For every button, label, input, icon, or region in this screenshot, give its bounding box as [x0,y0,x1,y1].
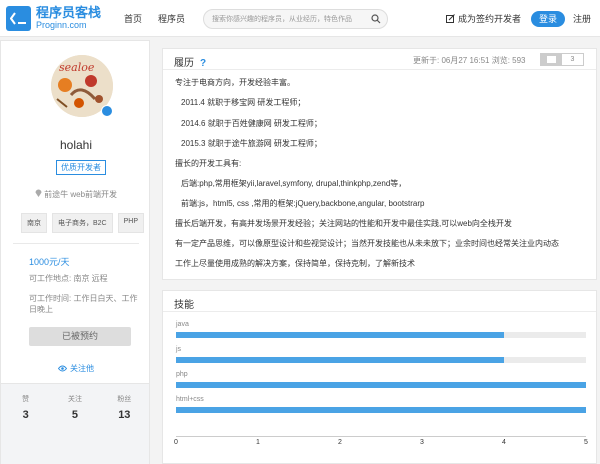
skill-track [176,382,586,388]
thumbs-up-icon [547,56,556,63]
brand[interactable]: 程序员客栈 Proginn.com [36,5,101,31]
edit-icon [446,14,455,23]
x-tick-label: 1 [256,439,260,446]
brand-domain: Proginn.com [36,20,87,30]
resume-line: 2015.3 就职于途牛旅游网 研发工程师； [181,139,322,148]
skill-bar [176,407,586,413]
stat-likes[interactable]: 赞 3 [1,384,50,464]
follow-button[interactable]: 关注他 [1,363,151,374]
top-bar: 程序员客栈 Proginn.com 首页 程序员 成为签约开发者 登录 注册 [0,0,600,37]
search-icon[interactable] [371,14,381,24]
profile-card: sealoe holahi 优质开发者 前途牛 web前端开发 南京 电子商务，… [0,40,150,464]
skill-bar [176,357,504,363]
resume-line: 工作上尽量使用成熟的解决方案，保持简单，保持克制，了解新技术 [175,259,415,268]
resume-line: 前端:js，html5, css ,常用的框架:jQuery,backbone,… [181,199,425,208]
skills-header: 技能 [163,291,596,312]
location-pin-icon [35,189,42,197]
login-button[interactable]: 登录 [531,11,565,27]
skill-track [176,407,586,413]
username: holahi [59,138,93,152]
skill-bar [176,382,586,388]
stat-fans-value: 13 [118,409,131,421]
stat-following-label: 关注 [67,396,82,403]
x-tick-label: 0 [174,439,178,446]
stat-fans-label: 粉丝 [117,396,132,403]
tag-city[interactable]: 南京 [21,213,47,233]
svg-text:sealoe: sealoe [59,61,95,74]
resume-line: 后端:php,常用框架yii,laravel,symfony, drupal,t… [181,179,407,188]
skills-title: 技能 [174,300,194,311]
thumbs-toggle[interactable] [541,54,562,65]
help-icon[interactable]: ? [200,58,206,69]
developer-badge: 优质开发者 [56,160,106,175]
x-tick-label: 2 [338,439,342,446]
x-tick-label: 4 [502,439,506,446]
resume-header: 履历? 更新于: 06月27 16:51 浏览: 593 3 [163,49,596,70]
register-link[interactable]: 注册 [573,12,591,25]
nav-home[interactable]: 首页 [124,12,142,25]
work-location: 可工作地点: 南京 远程 [29,274,108,283]
resume-title: 履历? [174,54,206,69]
divider [13,243,139,244]
search-box [203,9,388,29]
skill-name: html+css [176,396,204,403]
resume-line: 专注于电商方向，开发经验丰富。 [175,78,295,87]
stats-bar: 赞 3 关注 5 粉丝 13 [1,383,149,464]
brand-name: 程序员客栈 [36,5,102,20]
position-text: 前途牛 web前端开发 [44,190,118,199]
logo-icon[interactable] [6,6,31,31]
skill-track [176,357,586,363]
search-input[interactable] [204,10,364,28]
stat-following-value: 5 [71,409,79,421]
position: 前途牛 web前端开发 [1,189,151,200]
skill-name: php [176,371,188,378]
become-developer-link[interactable]: 成为签约开发者 [446,12,521,25]
page-count[interactable]: 3 [562,54,583,65]
booked-button[interactable]: 已被预约 [29,327,131,346]
nav-programmers[interactable]: 程序员 [158,12,185,25]
updated-info: 更新于: 06月27 16:51 浏览: 593 [413,56,526,65]
stat-fans[interactable]: 粉丝 13 [100,384,149,464]
skill-tags: 南京 电子商务，B2C PHP [21,213,145,233]
skill-name: java [176,321,189,328]
skill-track [176,332,586,338]
view-toggle[interactable]: 3 [540,53,584,66]
skill-name: js [176,346,182,353]
eye-icon [57,365,68,372]
stat-likes-label: 赞 [22,396,30,403]
follow-label: 关注他 [70,364,94,373]
stat-likes-value: 3 [22,409,29,421]
work-time: 可工作时间: 工作日白天、工作日晚上 [29,294,138,314]
tag-industry[interactable]: 电子商务，B2C [52,213,113,233]
x-tick-label: 5 [584,439,588,446]
skills-panel: 技能 java js php html+css 0 1 2 3 4 5 [162,290,597,464]
stat-following[interactable]: 关注 5 [50,384,99,464]
resume-line: 有一定产品思维，可以像原型设计和些视觉设计；当然开发技能也从未未放下；业余时间也… [175,239,559,248]
code-bracket-icon [10,12,26,25]
resume-panel: 履历? 更新于: 06月27 16:51 浏览: 593 3 专注于电商方向，开… [162,48,597,280]
x-tick-label: 3 [420,439,424,446]
skill-bar [176,332,504,338]
resume-line: 2014.6 就职于百姓健康网 研发工程师； [181,119,322,128]
x-axis [176,436,586,437]
tag-language[interactable]: PHP [117,213,145,233]
resume-line: 2011.4 就职于移宝网 研发工程师； [181,98,306,107]
resume-title-text: 履历 [174,58,194,69]
become-developer-label: 成为签约开发者 [458,14,522,24]
resume-line: 擅长后端开发，有高并发场景开发经验；关注网站的性能和开发中最佳实践,可以web向… [175,219,512,228]
verified-icon [101,105,113,117]
daily-rate: 1000元/天 [29,257,70,267]
resume-line: 擅长的开发工具有: [175,159,242,168]
